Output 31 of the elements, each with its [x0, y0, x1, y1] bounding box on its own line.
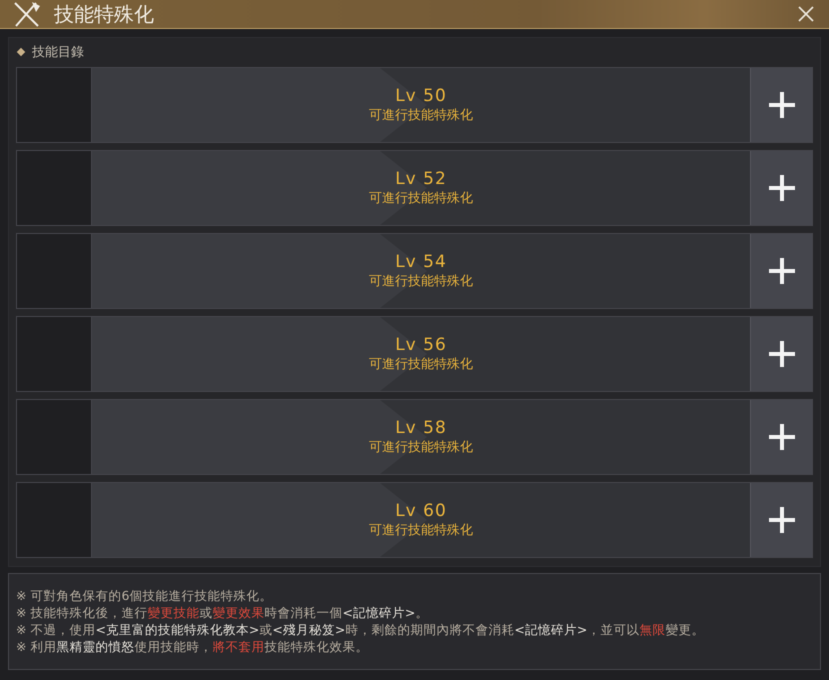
plus-icon — [768, 174, 796, 202]
level-label: Lv 58 — [395, 418, 447, 438]
note-text: ※ 可對角色保有的6個技能進行技能特殊化。 — [16, 588, 274, 604]
plus-icon — [768, 423, 796, 451]
level-label: Lv 50 — [395, 86, 447, 106]
level-label: Lv 52 — [395, 169, 447, 189]
plus-icon — [768, 91, 796, 119]
note-text: ※ 利用黑精靈的憤怒使用技能時，將不套用技能特殊化效果。 — [16, 639, 370, 655]
note-text: ※ 技能特殊化後，進行變更技能或變更效果時會消耗一個<記憶碎片>。 — [16, 605, 430, 621]
status-label: 可進行技能特殊化 — [369, 522, 473, 539]
level-label: Lv 56 — [395, 335, 447, 355]
status-label: 可進行技能特殊化 — [369, 439, 473, 456]
add-button[interactable] — [750, 68, 812, 142]
section-label: 技能目錄 — [32, 44, 84, 61]
plus-icon — [768, 340, 796, 368]
note-text: ※ 不過，使用<克里富的技能特殊化教本>或<殘月秘笈>時，剩餘的期間內將不會消耗<記憶碎片>，並可以無限變更。 — [16, 622, 706, 638]
level-label: Lv 54 — [395, 252, 447, 272]
status-label: 可進行技能特殊化 — [369, 190, 473, 207]
level-label: Lv 60 — [395, 501, 447, 521]
add-button[interactable] — [750, 317, 812, 391]
status-label: 可進行技能特殊化 — [369, 107, 473, 124]
status-label: 可進行技能特殊化 — [369, 273, 473, 290]
add-button[interactable] — [750, 400, 812, 474]
plus-icon — [768, 257, 796, 285]
add-button[interactable] — [750, 483, 812, 557]
crossed-axes-icon — [12, 0, 42, 28]
add-button[interactable] — [750, 151, 812, 225]
add-button[interactable] — [750, 234, 812, 308]
plus-icon — [768, 506, 796, 534]
window-title: 技能特殊化 — [54, 0, 155, 28]
status-label: 可進行技能特殊化 — [369, 356, 473, 373]
